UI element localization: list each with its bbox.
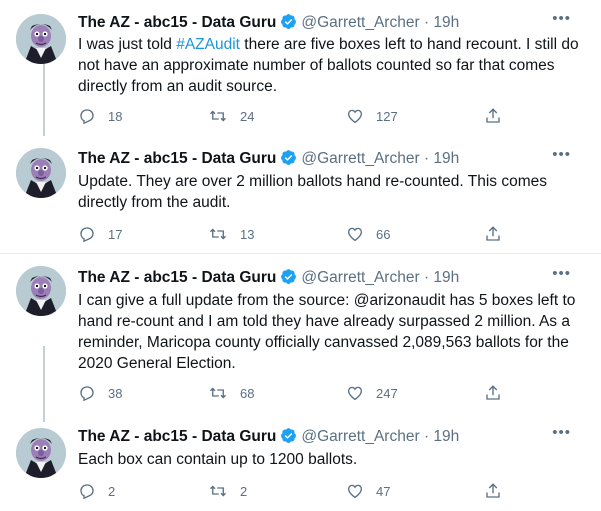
tweet-text: Each box can contain up to 1200 ballots. (78, 451, 358, 468)
tweet-header: The AZ - abc15 - Data Guru @Garrett_Arche… (78, 146, 591, 170)
tweet-header: The AZ - abc15 - Data Guru @Garrett_Arche… (78, 10, 591, 34)
retweet-icon (210, 228, 226, 240)
handle[interactable]: @Garrett_Archer (301, 14, 419, 31)
share-button[interactable] (484, 383, 502, 403)
hashtag-link[interactable]: #AZAudit (176, 36, 240, 53)
verified-icon (281, 14, 297, 29)
reply-icon (80, 227, 94, 243)
like-icon (347, 484, 363, 499)
verified-icon (281, 428, 297, 443)
share-icon (486, 226, 500, 241)
tweet[interactable]: The AZ - abc15 - Data Guru @Garrett_Arche… (0, 138, 601, 253)
like-count: 47 (376, 483, 391, 499)
share-icon (486, 108, 500, 123)
tweet[interactable]: The AZ - abc15 - Data Guru @Garrett_Arche… (0, 422, 601, 511)
more-icon[interactable]: ••• (552, 8, 571, 30)
retweet-icon (210, 110, 226, 122)
reply-button[interactable]: 2 (78, 481, 115, 501)
like-button[interactable]: 66 (346, 224, 390, 244)
like-icon (347, 227, 363, 242)
display-name[interactable]: The AZ - abc15 - Data Guru (78, 428, 276, 445)
avatar-image (16, 428, 66, 478)
tweet-actions: 38 68 247 (78, 383, 518, 403)
tweet-text: Update. They are over 2 million ballots … (78, 173, 547, 211)
separator-dot: · (423, 428, 430, 445)
reply-button[interactable]: 38 (78, 383, 122, 403)
retweet-button[interactable]: 2 (208, 481, 247, 501)
like-button[interactable]: 127 (346, 106, 398, 126)
handle[interactable]: @Garrett_Archer (301, 428, 419, 445)
separator-dot: · (423, 269, 430, 286)
reply-icon (80, 484, 94, 500)
avatar[interactable] (16, 14, 66, 64)
like-count: 66 (376, 226, 391, 242)
reply-button[interactable]: 18 (78, 106, 122, 126)
avatar[interactable] (16, 148, 66, 198)
like-icon (347, 386, 363, 401)
like-count: 247 (376, 385, 398, 401)
reply-button[interactable]: 17 (78, 224, 122, 244)
timestamp[interactable]: 19h (433, 14, 459, 31)
tweet-text: I was just told #AZAudit there are five … (78, 34, 581, 97)
retweet-button[interactable]: 24 (208, 106, 254, 126)
separator-dot: · (423, 14, 430, 31)
display-name[interactable]: The AZ - abc15 - Data Guru (78, 150, 276, 167)
more-icon[interactable]: ••• (552, 144, 571, 166)
like-count: 127 (376, 108, 398, 124)
display-name[interactable]: The AZ - abc15 - Data Guru (78, 269, 276, 286)
avatar-image (16, 148, 66, 198)
share-button[interactable] (484, 106, 502, 126)
retweet-button[interactable]: 13 (208, 224, 254, 244)
reply-count: 18 (108, 108, 123, 124)
avatar[interactable] (16, 266, 66, 316)
share-button[interactable] (484, 224, 502, 244)
tweet-thread: The AZ - abc15 - Data Guru @Garrett_Arche… (0, 0, 601, 511)
reply-count: 17 (108, 226, 123, 242)
tweet-actions: 17 13 66 (78, 224, 518, 244)
retweet-count: 68 (240, 385, 255, 401)
more-icon[interactable]: ••• (552, 263, 571, 285)
reply-count: 38 (108, 385, 123, 401)
timestamp[interactable]: 19h (433, 428, 459, 445)
tweet[interactable]: The AZ - abc15 - Data Guru @Garrett_Arche… (0, 254, 601, 422)
avatar-image (16, 266, 66, 316)
like-icon (347, 109, 363, 124)
more-icon[interactable]: ••• (552, 422, 571, 444)
tweet-text-part: I was just told (78, 36, 177, 53)
verified-icon (281, 150, 297, 165)
share-icon (486, 483, 500, 498)
handle[interactable]: @Garrett_Archer (301, 150, 419, 167)
retweet-icon (210, 485, 226, 497)
retweet-icon (210, 387, 226, 399)
tweet-actions: 18 24 127 (78, 106, 518, 126)
timestamp[interactable]: 19h (433, 150, 459, 167)
retweet-count: 2 (240, 483, 248, 499)
retweet-count: 24 (240, 108, 255, 124)
timestamp[interactable]: 19h (433, 269, 459, 286)
like-button[interactable]: 247 (346, 383, 398, 403)
verified-icon (281, 269, 297, 284)
display-name[interactable]: The AZ - abc15 - Data Guru (78, 14, 276, 31)
tweet[interactable]: The AZ - abc15 - Data Guru @Garrett_Arche… (0, 0, 601, 138)
avatar[interactable] (16, 428, 66, 478)
reply-icon (80, 386, 94, 402)
avatar-image (16, 14, 66, 64)
retweet-button[interactable]: 68 (208, 383, 254, 403)
share-icon (486, 385, 500, 400)
reply-count: 2 (108, 483, 116, 499)
share-button[interactable] (484, 481, 502, 501)
tweet-header: The AZ - abc15 - Data Guru @Garrett_Arche… (78, 265, 591, 289)
handle[interactable]: @Garrett_Archer (301, 269, 419, 286)
tweet-actions: 2 2 47 (78, 481, 518, 501)
retweet-count: 13 (240, 226, 255, 242)
tweet-text: I can give a full update from the source… (78, 292, 576, 372)
reply-icon (80, 109, 94, 125)
like-button[interactable]: 47 (346, 481, 390, 501)
separator-dot: · (423, 150, 430, 167)
tweet-header: The AZ - abc15 - Data Guru @Garrett_Arche… (78, 424, 591, 448)
